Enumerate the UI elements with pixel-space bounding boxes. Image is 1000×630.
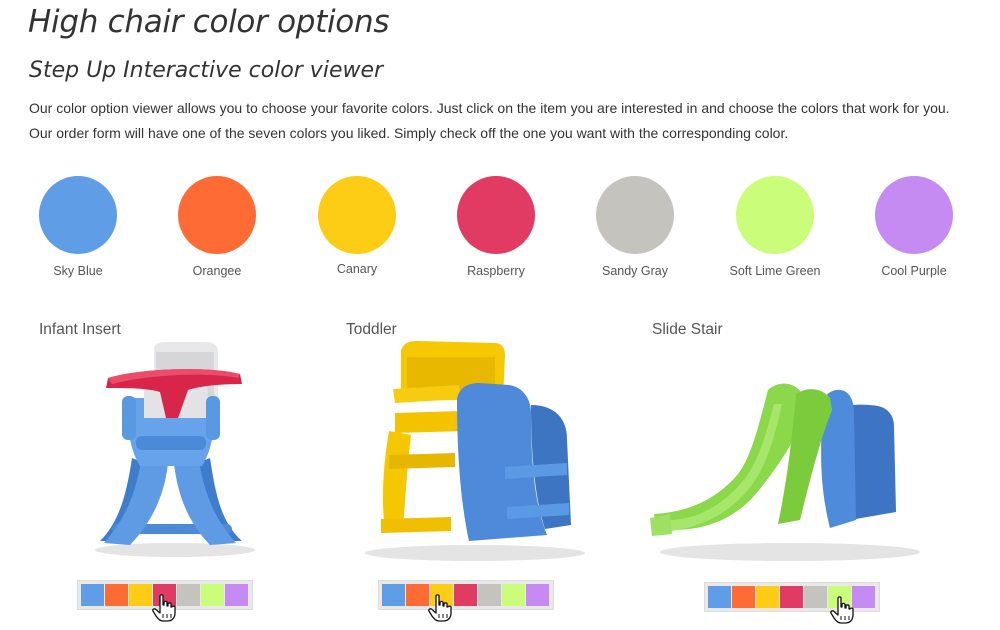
color-label-cool-purple: Cool Purple [881, 264, 947, 278]
color-palette-slide-stair [704, 582, 880, 612]
palette-swatch-soft-lime-green[interactable] [201, 584, 224, 606]
color-swatch-sky-blue[interactable] [39, 176, 117, 254]
color-label-sky-blue: Sky Blue [53, 264, 103, 278]
palette-swatch-orangee[interactable] [406, 584, 429, 606]
toddler-image[interactable] [345, 335, 600, 570]
palette-swatch-soft-lime-green[interactable] [828, 586, 851, 608]
palette-swatch-sky-blue[interactable] [382, 584, 405, 606]
color-swatch-canary[interactable] [318, 176, 396, 254]
page-title: High chair color options [28, 4, 390, 40]
color-label-soft-lime-green: Soft Lime Green [729, 264, 821, 278]
palette-swatch-orangee[interactable] [732, 586, 755, 608]
palette-swatch-cool-purple[interactable] [225, 584, 248, 606]
palette-swatch-cool-purple[interactable] [852, 586, 875, 608]
palette-swatch-soft-lime-green[interactable] [502, 584, 525, 606]
palette-swatch-canary[interactable] [756, 586, 779, 608]
color-swatch-raspberry[interactable] [457, 176, 535, 254]
product-title-slide-stair: Slide Stair [652, 321, 723, 338]
palette-swatch-sky-blue[interactable] [81, 584, 104, 606]
palette-swatch-sandy-gray[interactable] [177, 584, 200, 606]
palette-swatch-sky-blue[interactable] [708, 586, 731, 608]
color-swatch-sandy-gray[interactable] [596, 176, 674, 254]
page-subtitle: Step Up Interactive color viewer [29, 58, 384, 83]
color-swatch-soft-lime-green[interactable] [736, 176, 814, 254]
palette-swatch-sandy-gray[interactable] [804, 586, 827, 608]
palette-swatch-raspberry[interactable] [454, 584, 477, 606]
color-palette-infant-insert [77, 580, 253, 610]
color-swatch-cool-purple[interactable] [875, 176, 953, 254]
palette-swatch-canary[interactable] [430, 584, 453, 606]
intro-text: Our color option viewer allows you to ch… [29, 100, 950, 141]
palette-swatch-cool-purple[interactable] [526, 584, 549, 606]
slide-stair-image[interactable] [650, 370, 920, 570]
palette-swatch-orangee[interactable] [105, 584, 128, 606]
color-label-sandy-gray: Sandy Gray [601, 264, 668, 278]
color-palette-toddler [378, 580, 554, 610]
palette-swatch-raspberry[interactable] [780, 586, 803, 608]
palette-swatch-sandy-gray[interactable] [478, 584, 501, 606]
color-label-raspberry: Raspberry [467, 264, 525, 278]
infant-insert-image[interactable] [60, 338, 300, 568]
product-title-infant-insert: Infant Insert [39, 321, 121, 338]
color-label-canary: Canary [336, 262, 378, 276]
color-label-orangee: Orangee [192, 264, 242, 278]
palette-swatch-raspberry[interactable] [153, 584, 176, 606]
palette-swatch-canary[interactable] [129, 584, 152, 606]
color-swatch-orangee[interactable] [178, 176, 256, 254]
